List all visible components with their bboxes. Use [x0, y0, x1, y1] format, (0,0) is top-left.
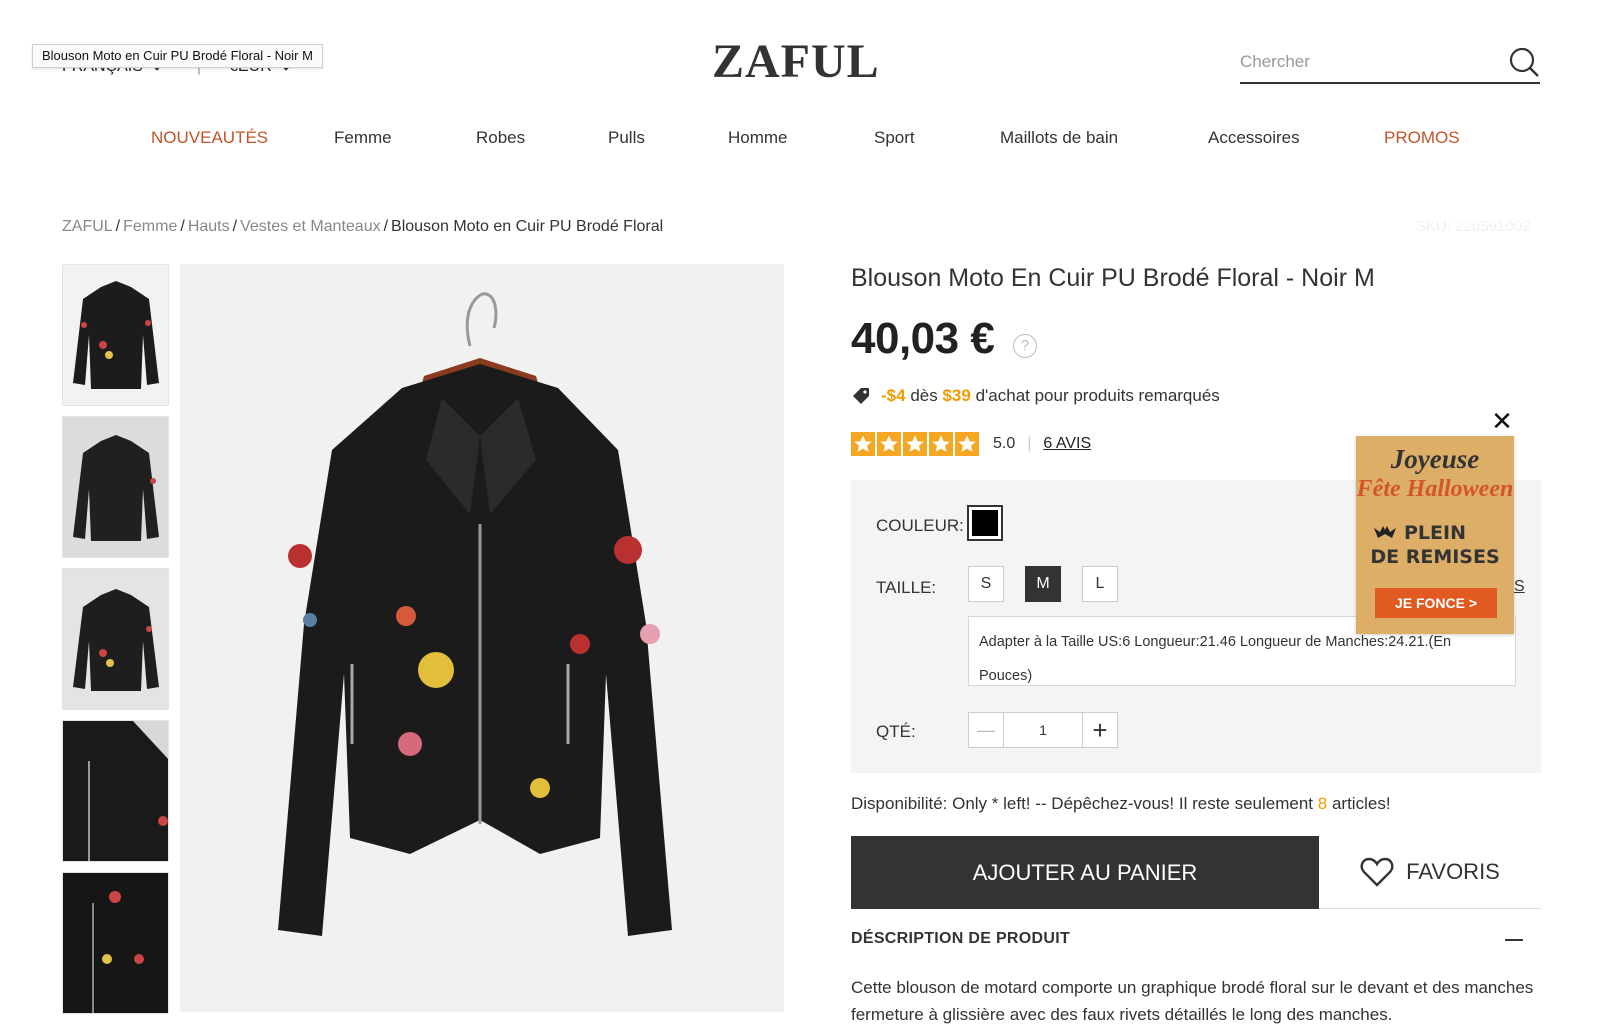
availability-suffix: articles!: [1331, 794, 1391, 813]
search-icon[interactable]: [1508, 46, 1540, 78]
star-icon: [955, 432, 979, 456]
breadcrumb-link[interactable]: ZAFUL: [62, 218, 113, 235]
popup-line4: DE REMISES: [1370, 546, 1500, 568]
search-input[interactable]: [1240, 44, 1490, 80]
nav-item-femme[interactable]: Femme: [334, 128, 392, 148]
reviews-link[interactable]: 6 AVIS: [1043, 435, 1091, 453]
description-heading[interactable]: DÉSCRIPTION DE PRODUIT: [851, 930, 1070, 948]
price-help-icon[interactable]: ?: [1013, 334, 1037, 358]
popup-cta-button[interactable]: JE FONCE >: [1375, 588, 1497, 618]
availability-text: Disponibilité: Only * left! -- Dépêchez-…: [851, 794, 1391, 814]
size-option-l[interactable]: L: [1082, 566, 1118, 602]
star-icon: [877, 432, 901, 456]
nav-item-maillots[interactable]: Maillots de bain: [1000, 128, 1118, 148]
rating-value: 5.0: [993, 435, 1016, 452]
promo-discount: -$4: [881, 386, 906, 405]
breadcrumb-current: Blouson Moto en Cuir PU Brodé Floral: [391, 218, 664, 235]
product-thumbnail[interactable]: [62, 568, 169, 710]
popup-line3: PLEIN: [1404, 522, 1466, 544]
search-bar: [1240, 44, 1540, 84]
main-nav: NOUVEAUTÉS Femme Robes Pulls Homme Sport…: [0, 128, 1600, 158]
color-label: COULEUR:: [876, 516, 964, 535]
popup-line1: Joyeuse: [1390, 444, 1480, 474]
qty-decrement-button[interactable]: —: [968, 712, 1004, 748]
nav-item-accessoires[interactable]: Accessoires: [1208, 128, 1300, 148]
rating-stars: [851, 432, 981, 456]
breadcrumb-link[interactable]: Hauts: [188, 218, 230, 235]
breadcrumb-link[interactable]: Vestes et Manteaux: [240, 218, 381, 235]
description-text: Cette blouson de motard comporte un grap…: [851, 978, 1534, 1024]
star-icon: [851, 432, 875, 456]
star-icon: [903, 432, 927, 456]
close-icon[interactable]: ✕: [1490, 408, 1514, 434]
promo-text: d'achat pour produits remarqués: [975, 386, 1220, 405]
nav-item-promos[interactable]: PROMOS: [1384, 128, 1460, 148]
product-main-image[interactable]: [180, 264, 784, 1012]
qty-label: QTÉ:: [876, 722, 916, 741]
product-title: Blouson Moto En Cuir PU Brodé Floral - N…: [851, 264, 1375, 292]
nav-item-robes[interactable]: Robes: [476, 128, 525, 148]
logo[interactable]: ZAFUL: [712, 34, 880, 89]
divider: |: [1027, 435, 1032, 452]
size-option-s[interactable]: S: [968, 566, 1004, 602]
nav-item-sport[interactable]: Sport: [874, 128, 915, 148]
size-guide-link[interactable]: S: [1514, 578, 1525, 596]
tag-icon: [853, 388, 869, 404]
availability-prefix: Disponibilité: Only * left! -- Dépêchez-…: [851, 794, 1314, 813]
nav-item-pulls[interactable]: Pulls: [608, 128, 645, 148]
nav-item-nouveautes[interactable]: NOUVEAUTÉS: [151, 128, 268, 148]
favorites-label: FAVORIS: [1406, 859, 1500, 884]
sku-label: SKU: 220591002: [1416, 218, 1531, 235]
nav-item-homme[interactable]: Homme: [728, 128, 788, 148]
collapse-icon[interactable]: [1505, 939, 1523, 941]
title-tooltip: Blouson Moto en Cuir PU Brodé Floral - N…: [32, 44, 323, 68]
favorites-button[interactable]: FAVORIS: [1319, 836, 1541, 909]
size-option-m[interactable]: M: [1025, 566, 1061, 602]
product-price: 40,03 €: [851, 314, 995, 363]
heart-icon: [1360, 857, 1394, 887]
rating-row: 5.0 | 6 AVIS: [851, 432, 1091, 456]
halloween-promo-popup[interactable]: Joyeuse Fête Halloween PLEIN DE REMISES …: [1356, 436, 1514, 634]
color-swatch-fill: [972, 510, 998, 536]
product-thumbnail[interactable]: [62, 720, 169, 862]
color-swatch-black[interactable]: [967, 505, 1003, 541]
breadcrumb-link[interactable]: Femme: [123, 218, 177, 235]
product-thumbnail[interactable]: [62, 264, 169, 406]
breadcrumb: ZAFUL / Femme / Hauts / Vestes et Manteaux / Blo…: [62, 218, 664, 235]
availability-count: 8: [1317, 794, 1328, 813]
promo-line: -$4 dès $39 d'achat pour produits remarq…: [851, 386, 1220, 406]
qty-increment-button[interactable]: +: [1082, 712, 1118, 748]
promo-threshold: $39: [942, 386, 971, 405]
product-thumbnail[interactable]: [62, 416, 169, 558]
qty-input[interactable]: 1: [1004, 712, 1082, 748]
star-icon: [929, 432, 953, 456]
promo-mid: dès: [910, 386, 938, 405]
product-thumbnail[interactable]: [62, 872, 169, 1014]
size-label: TAILLE:: [876, 578, 937, 597]
add-to-cart-button[interactable]: AJOUTER AU PANIER: [851, 836, 1319, 909]
popup-line2: Fête Halloween: [1356, 476, 1514, 502]
